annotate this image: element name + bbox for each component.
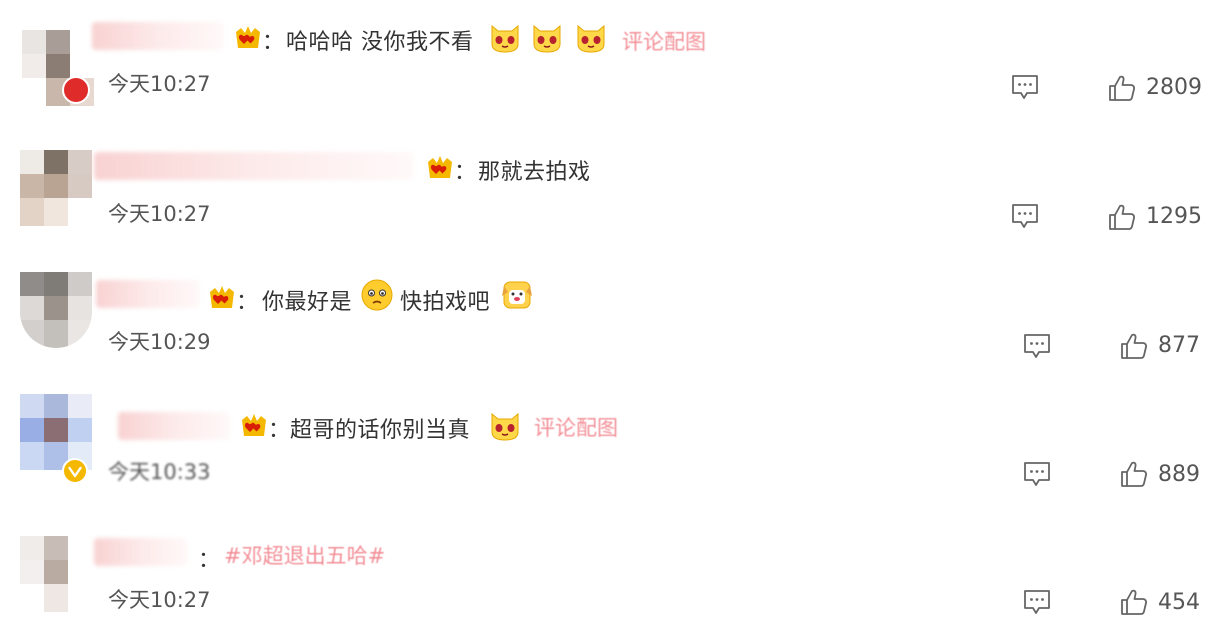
like-count: 1295 (1146, 204, 1202, 229)
thumbs-up-icon[interactable] (1108, 203, 1136, 231)
username-blurred[interactable] (94, 152, 414, 180)
comment-image-link[interactable]: 评论配图 (534, 412, 618, 442)
comment-icon[interactable] (1010, 202, 1040, 230)
colon: ： (268, 418, 291, 443)
avatar[interactable] (20, 150, 92, 226)
crown-heart-icon (426, 154, 454, 180)
verified-v-icon (62, 458, 88, 484)
comment-icon[interactable] (1022, 588, 1052, 616)
avatar[interactable] (20, 272, 92, 348)
cat-emoji-icon (488, 408, 522, 442)
comment-text: 快拍戏吧 (400, 290, 491, 315)
like-count: 454 (1158, 590, 1200, 615)
avatar[interactable] (20, 536, 92, 612)
dog-emoji-icon (500, 278, 534, 312)
comment-icon[interactable] (1022, 460, 1052, 488)
colon: ： (198, 548, 221, 573)
username-blurred[interactable] (118, 412, 230, 440)
thumbs-up-icon[interactable] (1120, 588, 1148, 616)
comment-text: 你最好是 (262, 290, 353, 315)
comment-item: ： #邓超退出五哈# 今天10:27 454 (0, 0, 1230, 615)
crown-heart-icon (240, 412, 268, 438)
colon: ： (236, 290, 259, 315)
thumbs-up-icon[interactable] (1120, 332, 1148, 360)
timestamp: 今天10:27 (108, 202, 211, 226)
timestamp: 今天10:29 (108, 330, 211, 354)
crown-heart-icon (208, 284, 236, 310)
timestamp: 今天10:27 (108, 588, 211, 612)
pleading-face-emoji-icon (360, 278, 394, 312)
hashtag-link[interactable]: #邓超退出五哈# (224, 540, 385, 570)
comment-text: 超哥的话你别当真 (290, 418, 471, 443)
username-blurred[interactable] (94, 538, 188, 566)
thumbs-up-icon[interactable] (1120, 460, 1148, 488)
comment-icon[interactable] (1022, 332, 1052, 360)
colon: ： (454, 160, 477, 185)
comment-text: 那就去拍戏 (478, 160, 591, 185)
timestamp: 今天10:33 (108, 460, 211, 484)
like-count: 877 (1158, 333, 1200, 358)
like-count: 889 (1158, 462, 1200, 487)
username-blurred[interactable] (96, 280, 200, 308)
